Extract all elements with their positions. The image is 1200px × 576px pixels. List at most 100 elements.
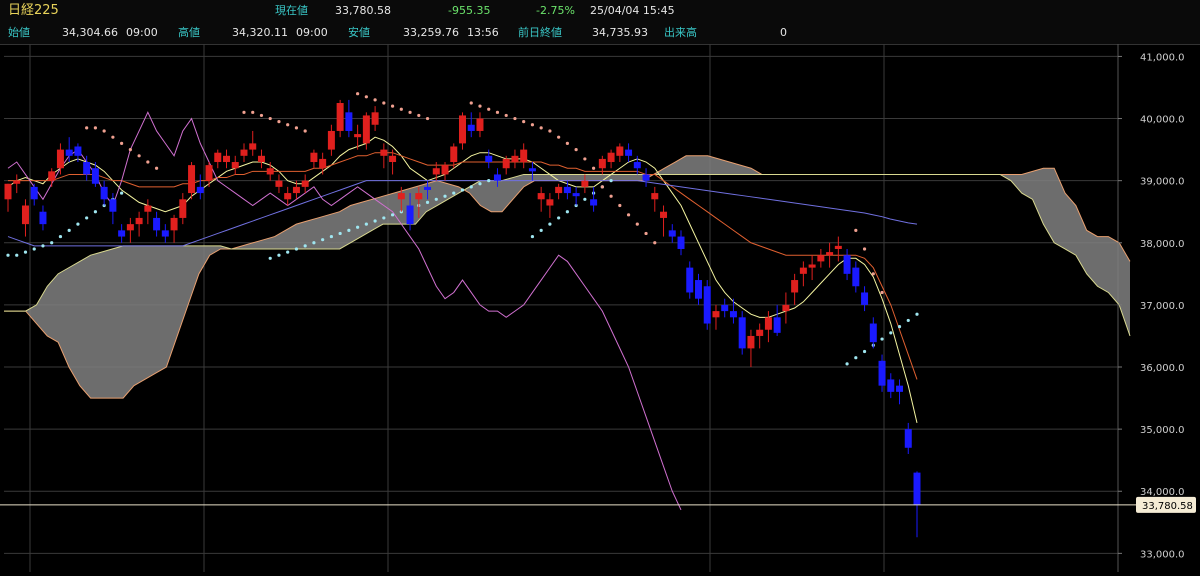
y-tick-label: 38,000.0 bbox=[1140, 239, 1185, 250]
candle-body bbox=[249, 143, 257, 150]
lower-dot bbox=[434, 197, 438, 201]
y-tick-label: 39,000.0 bbox=[1140, 177, 1185, 188]
candle-body bbox=[668, 230, 676, 237]
candle-body bbox=[817, 255, 825, 262]
upper-dot bbox=[504, 113, 508, 118]
candle-body bbox=[170, 217, 178, 231]
lower-dot bbox=[530, 234, 535, 239]
y-tick-label: 37,000.0 bbox=[1140, 301, 1185, 312]
candle-body bbox=[633, 162, 641, 169]
high-value: 34,320.11 bbox=[232, 26, 288, 39]
lower-dot bbox=[609, 179, 613, 183]
upper-dot bbox=[286, 123, 290, 127]
lower-dot bbox=[58, 234, 63, 239]
low-label: 安値 bbox=[348, 26, 370, 39]
prev-close-label: 前日終値 bbox=[518, 26, 562, 39]
lower-dot bbox=[6, 253, 10, 257]
candle-body bbox=[275, 180, 283, 187]
lower-dot bbox=[93, 210, 98, 214]
upper-dot bbox=[382, 101, 386, 105]
candle-body bbox=[782, 304, 790, 312]
current-value: 33,780.58 bbox=[335, 4, 391, 17]
upper-dot bbox=[574, 148, 578, 152]
candle-body bbox=[406, 205, 414, 225]
change-value: -955.35 bbox=[448, 4, 491, 17]
quote-header: 日経225 現在値 33,780.58 -955.35 -2.75% 25/04… bbox=[0, 0, 1200, 45]
candle-body bbox=[476, 118, 484, 131]
prev-close-value: 34,735.93 bbox=[592, 26, 648, 39]
lower-dot bbox=[286, 250, 290, 254]
candle-body bbox=[83, 162, 91, 175]
candle-body bbox=[196, 186, 204, 194]
lower-dot bbox=[889, 331, 893, 335]
quote-datetime: 25/04/04 15:45 bbox=[590, 4, 675, 17]
candle-body bbox=[686, 267, 694, 293]
upper-dot bbox=[469, 101, 473, 105]
candle-body bbox=[301, 180, 309, 187]
y-tick-label: 33,000.0 bbox=[1140, 549, 1185, 560]
candle-body bbox=[240, 149, 248, 156]
candle-body bbox=[118, 230, 126, 237]
upper-dot bbox=[137, 154, 141, 158]
candle-body bbox=[493, 174, 501, 181]
lower-dot bbox=[312, 241, 316, 245]
lower-dot bbox=[338, 231, 342, 236]
candle-body bbox=[424, 186, 432, 190]
upper-dot bbox=[854, 228, 858, 232]
lower-dot bbox=[862, 349, 867, 354]
volume-label: 出来高 bbox=[664, 26, 697, 39]
upper-dot bbox=[364, 95, 368, 99]
candle-body bbox=[415, 193, 423, 200]
lower-dot bbox=[23, 250, 28, 254]
lower-dot bbox=[565, 210, 569, 214]
lower-dot bbox=[321, 238, 325, 242]
candle-body bbox=[56, 149, 64, 169]
upper-dot bbox=[618, 203, 622, 208]
upper-dot bbox=[487, 107, 491, 111]
candle-body bbox=[284, 193, 292, 200]
upper-dot bbox=[425, 116, 430, 121]
candle-body bbox=[756, 329, 764, 336]
candle-body bbox=[729, 311, 737, 318]
candle-body bbox=[345, 112, 353, 131]
lower-dot bbox=[50, 241, 54, 245]
candle-body bbox=[738, 317, 746, 349]
lower-dot bbox=[557, 216, 561, 220]
candlestick-chart[interactable]: 41,000.0 40,000.0 39,000.0 38,000.0 37,000.0… bbox=[0, 44, 1200, 572]
lower-dot bbox=[583, 197, 587, 201]
candle-body bbox=[852, 267, 860, 287]
lower-dot bbox=[15, 253, 19, 257]
y-tick-label: 36,000.0 bbox=[1140, 363, 1185, 374]
candle-body bbox=[546, 199, 554, 206]
upper-dot bbox=[111, 135, 115, 139]
lower-dot bbox=[854, 356, 858, 360]
upper-dot bbox=[592, 166, 596, 170]
candle-body bbox=[598, 158, 606, 169]
lower-dot bbox=[469, 185, 473, 189]
quote-row-2: 始値 34,304.66 09:00 高値 34,320.11 09:00 安値… bbox=[0, 22, 1200, 44]
candle-body bbox=[65, 149, 73, 156]
candle-body bbox=[520, 149, 528, 163]
upper-dot bbox=[653, 241, 657, 245]
lower-dot bbox=[347, 228, 351, 232]
quote-row-1: 日経225 現在値 33,780.58 -955.35 -2.75% 25/04… bbox=[0, 0, 1200, 22]
chart-canvas[interactable]: 41,000.0 40,000.0 39,000.0 38,000.0 37,000.0… bbox=[0, 44, 1200, 572]
lower-dot bbox=[32, 247, 36, 251]
candle-body bbox=[843, 255, 851, 274]
upper-dot bbox=[513, 116, 517, 121]
y-tick-label: 40,000.0 bbox=[1140, 115, 1185, 126]
upper-dot bbox=[609, 194, 613, 198]
lower-dot bbox=[548, 222, 552, 226]
candle-body bbox=[581, 180, 589, 187]
candle-body bbox=[380, 149, 388, 156]
candle-body bbox=[432, 168, 440, 175]
volume-value: 0 bbox=[780, 26, 787, 39]
lower-dot bbox=[329, 234, 333, 239]
upper-dot bbox=[644, 231, 648, 236]
y-tick-label: 34,000.0 bbox=[1140, 487, 1185, 498]
change-percent: -2.75% bbox=[536, 4, 575, 17]
upper-dot bbox=[85, 126, 89, 130]
high-label: 高値 bbox=[178, 26, 200, 39]
upper-dot bbox=[268, 116, 272, 121]
upper-dot bbox=[871, 272, 875, 276]
